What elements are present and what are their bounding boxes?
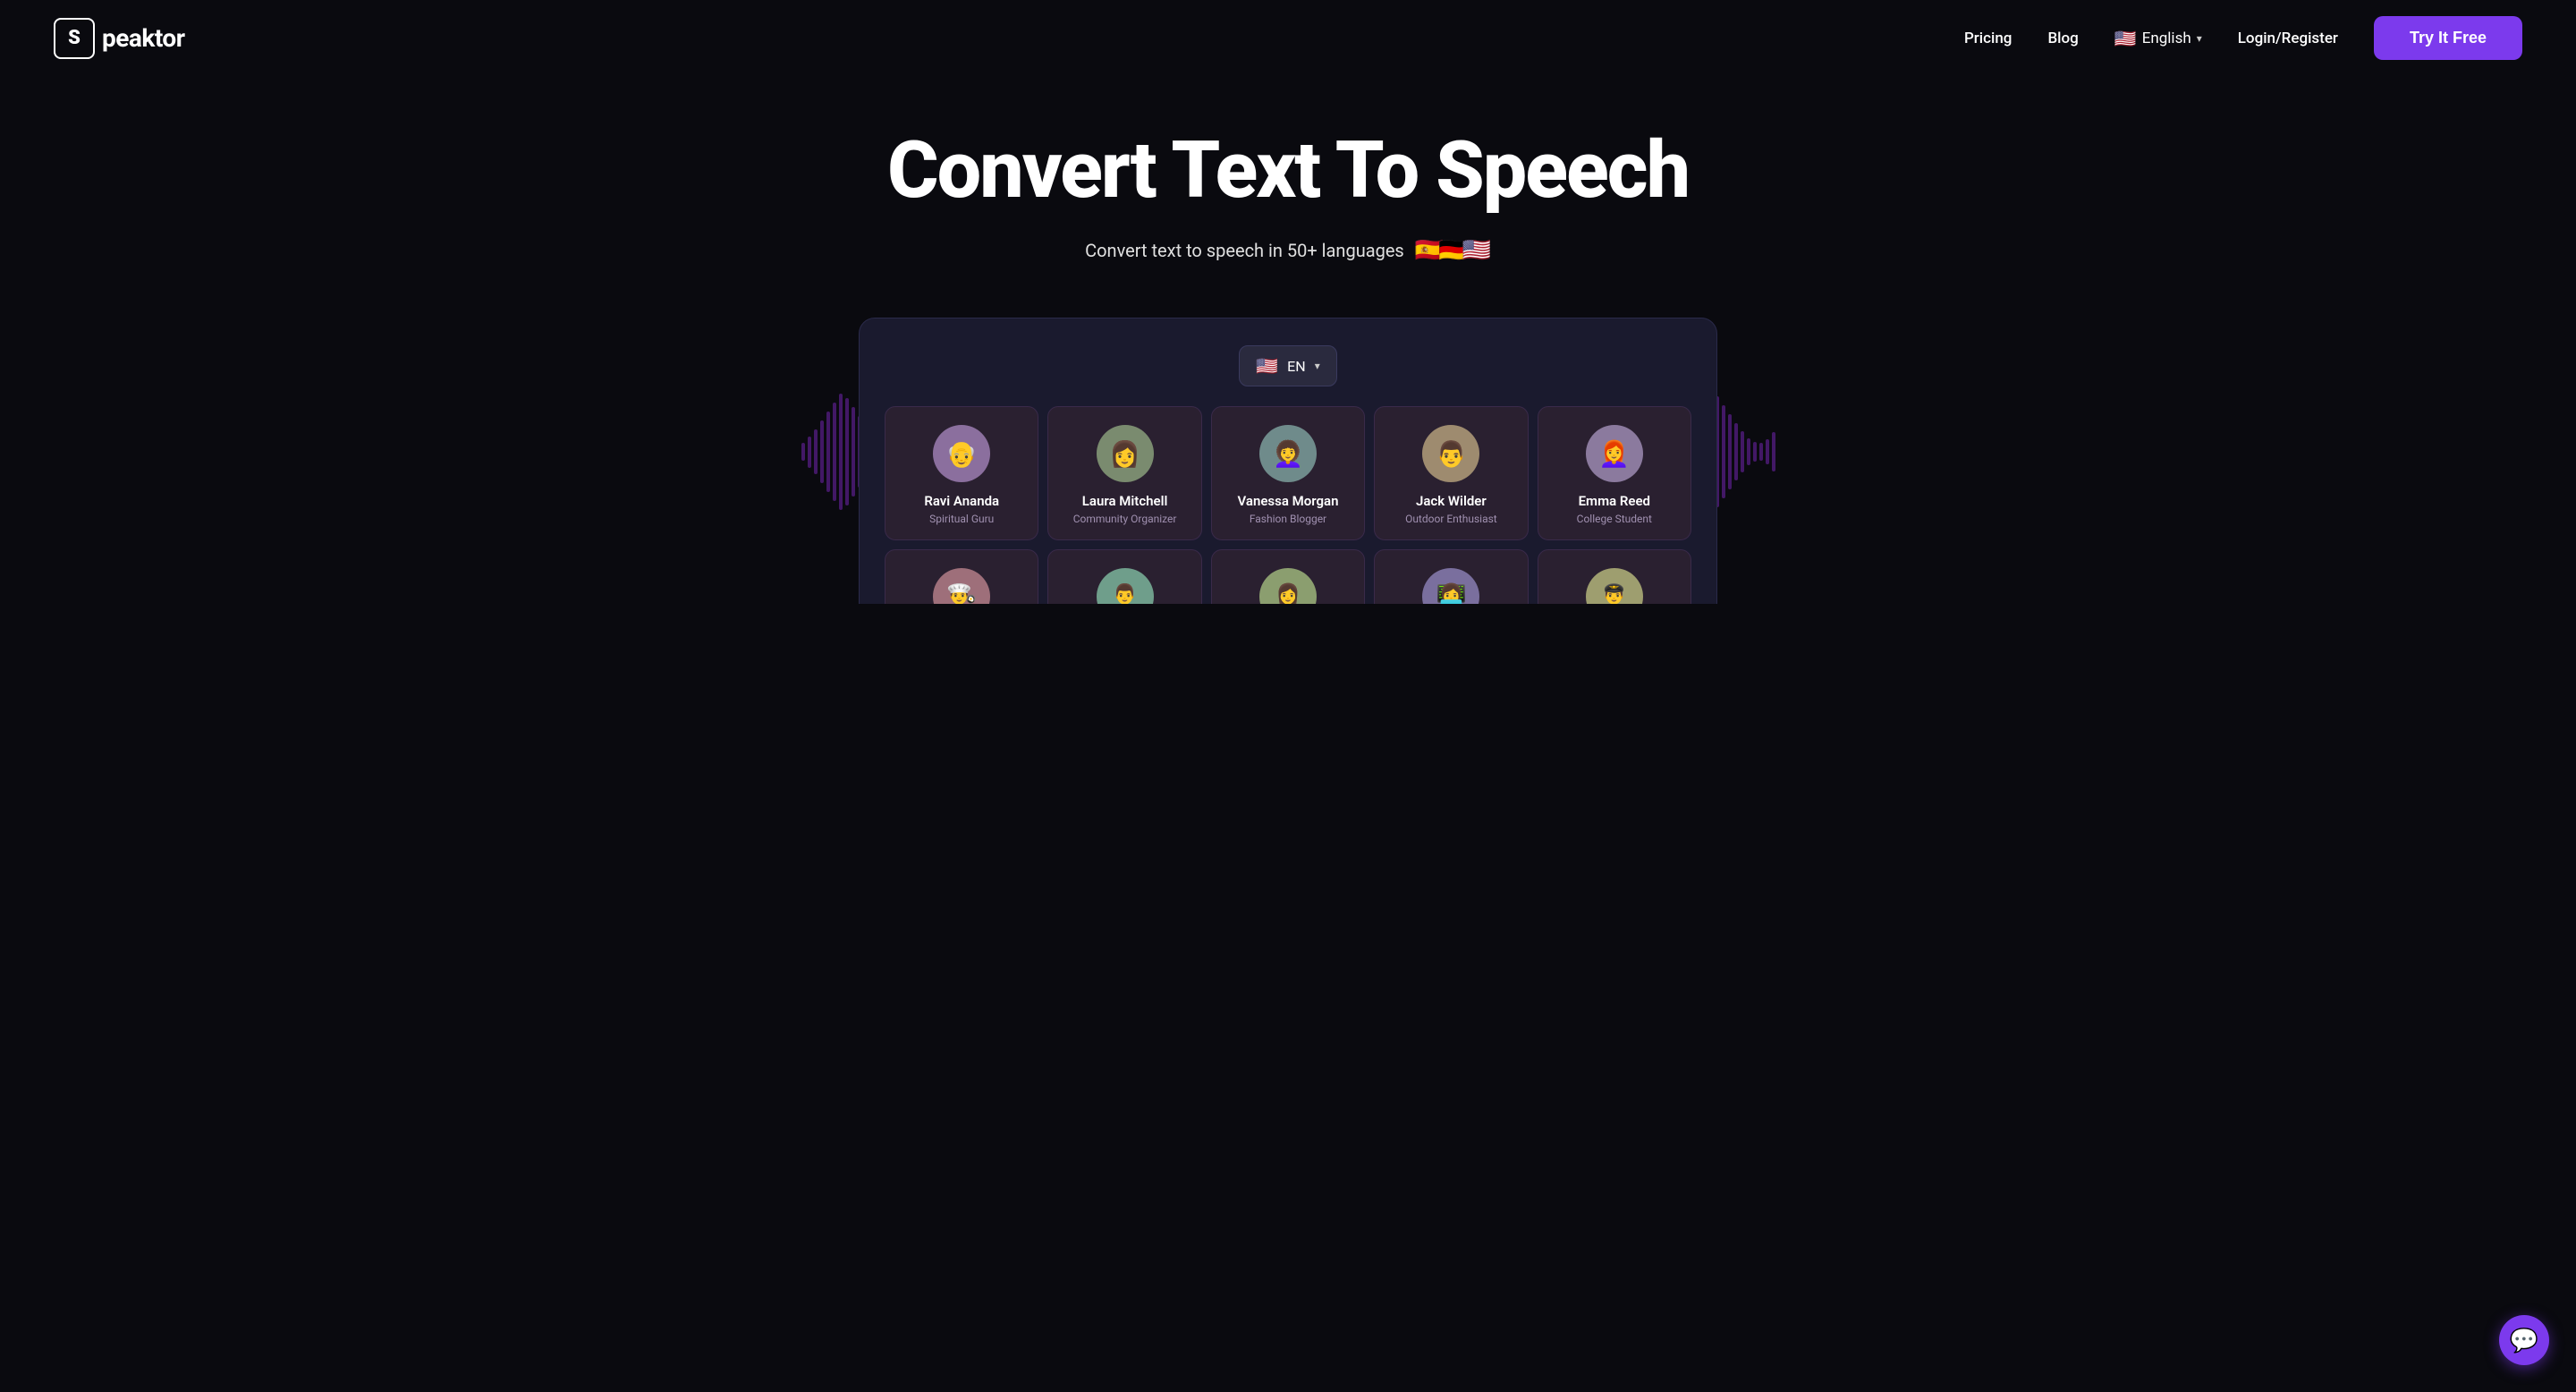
voice-avatar-jack: 👨 [1422,425,1479,482]
wave-bar [852,407,855,497]
voice-avatar-emoji: 👩‍⚕️ [1273,582,1304,605]
wave-bar [1728,414,1732,489]
voice-grid: 👴 Ravi Ananda Spiritual Guru 👩 Laura Mit… [885,406,1691,604]
voice-card-sophie[interactable]: 👩‍⚕️ Sophie Lawson Psychologist [1211,549,1365,604]
waveform-section: 🇺🇸 EN ▾ 👴 Ravi Ananda Spiritual Guru 👩 L… [18,300,2558,604]
pricing-link[interactable]: Pricing [1964,30,2012,47]
blog-link[interactable]: Blog [2047,30,2078,47]
voice-avatar-julia: 👩‍💻 [1422,568,1479,604]
flag-us: 🇺🇸 [1462,237,1491,264]
wave-bar [1753,442,1757,462]
voice-avatar-emoji: 👨‍💼 [1109,582,1140,605]
voice-card-victor[interactable]: 👨‍🍳 Victor Moreau Gourmet Chef [885,549,1038,604]
wave-bar [839,394,843,510]
flag-icon: 🇺🇸 [2114,28,2137,49]
wave-bar [826,412,830,492]
voice-avatar-sophie: 👩‍⚕️ [1259,568,1317,604]
app-card: 🇺🇸 EN ▾ 👴 Ravi Ananda Spiritual Guru 👩 L… [859,318,1717,604]
voice-avatar-victor: 👨‍🍳 [933,568,990,604]
wave-bar [1766,439,1769,464]
voice-avatar-emoji: 👨‍🍳 [946,582,978,605]
wave-bar [801,443,805,461]
lang-dropdown-container: 🇺🇸 EN ▾ [885,345,1691,386]
voice-avatar-james: 👨‍✈️ [1586,568,1643,604]
wave-bar [1741,431,1744,472]
wave-bar [845,398,849,505]
dropdown-flag-icon: 🇺🇸 [1256,355,1278,377]
voice-role-vanessa: Fashion Blogger [1223,513,1353,525]
voice-avatar-emma: 👩‍🦰 [1586,425,1643,482]
voice-name-emma: Emma Reed [1549,493,1680,509]
voice-avatar-emoji: 👩 [1109,439,1140,469]
voice-card-jack[interactable]: 👨 Jack Wilder Outdoor Enthusiast [1374,406,1528,540]
wave-bar [1772,432,1775,471]
voice-name-jack: Jack Wilder [1385,493,1516,509]
hero-title: Convert Text To Speech [18,130,2558,212]
language-selector[interactable]: 🇺🇸 English ▾ [2114,28,2202,49]
voice-name-vanessa: Vanessa Morgan [1223,493,1353,509]
lang-dropdown-button[interactable]: 🇺🇸 EN ▾ [1239,345,1336,386]
voice-role-jack: Outdoor Enthusiast [1385,513,1516,525]
voice-role-ravi: Spiritual Guru [896,513,1027,525]
voice-card-emma[interactable]: 👩‍🦰 Emma Reed College Student [1538,406,1691,540]
voice-role-emma: College Student [1549,513,1680,525]
voice-avatar-laura: 👩 [1097,425,1154,482]
voice-avatar-emoji: 👨‍✈️ [1598,582,1630,605]
voice-card-james[interactable]: 👨‍✈️ James Lawson Retired Military Offic… [1538,549,1691,604]
voice-avatar-emoji: 👩‍🦱 [1273,439,1304,469]
wave-bar [1734,423,1738,480]
voice-avatar-emoji: 👴 [946,439,978,469]
wave-bar [833,403,836,501]
logo-text: peaktor [102,23,184,53]
login-register-link[interactable]: Login/Register [2238,30,2338,47]
dropdown-lang-label: EN [1287,358,1306,375]
wave-bar [1722,405,1725,498]
voice-card-ravi[interactable]: 👴 Ravi Ananda Spiritual Guru [885,406,1038,540]
voice-avatar-emoji: 👨 [1436,439,1467,469]
flag-stack: 🇪🇸 🇩🇪 🇺🇸 [1415,237,1491,264]
voice-card-julia[interactable]: 👩‍💻 Julia Bennett Freelance Writer [1374,549,1528,604]
language-label: English [2142,30,2191,47]
voice-name-laura: Laura Mitchell [1059,493,1190,509]
try-free-button[interactable]: Try It Free [2374,16,2522,60]
voice-card-nathan[interactable]: 👨‍💼 Nathan Drake Tech Startup Founder [1047,549,1201,604]
voice-name-ravi: Ravi Ananda [896,493,1027,509]
logo-icon: S [54,18,95,59]
hero-section: Convert Text To Speech Convert text to s… [0,76,2576,604]
voice-role-laura: Community Organizer [1059,513,1190,525]
logo-link[interactable]: S peaktor [54,18,184,59]
voice-avatar-nathan: 👨‍💼 [1097,568,1154,604]
hero-subtitle: Convert text to speech in 50+ languages … [18,237,2558,264]
voice-avatar-emoji: 👩‍💻 [1436,582,1467,605]
wave-bar [1759,443,1763,461]
voice-card-laura[interactable]: 👩 Laura Mitchell Community Organizer [1047,406,1201,540]
chat-button[interactable]: 💬 [2499,1315,2549,1365]
wave-bar [808,437,811,468]
wave-bar [814,429,818,474]
voice-avatar-vanessa: 👩‍🦱 [1259,425,1317,482]
nav-links: Pricing Blog 🇺🇸 English ▾ Login/Register… [1964,16,2522,60]
voice-card-vanessa[interactable]: 👩‍🦱 Vanessa Morgan Fashion Blogger [1211,406,1365,540]
voice-avatar-ravi: 👴 [933,425,990,482]
logo-s: S [68,27,80,49]
chevron-down-icon: ▾ [2197,32,2202,45]
dropdown-chevron-icon: ▾ [1315,360,1320,372]
voice-avatar-emoji: 👩‍🦰 [1598,439,1630,469]
wave-bar [1747,438,1750,465]
navbar: S peaktor Pricing Blog 🇺🇸 English ▾ Logi… [0,0,2576,76]
wave-bar [820,420,824,483]
